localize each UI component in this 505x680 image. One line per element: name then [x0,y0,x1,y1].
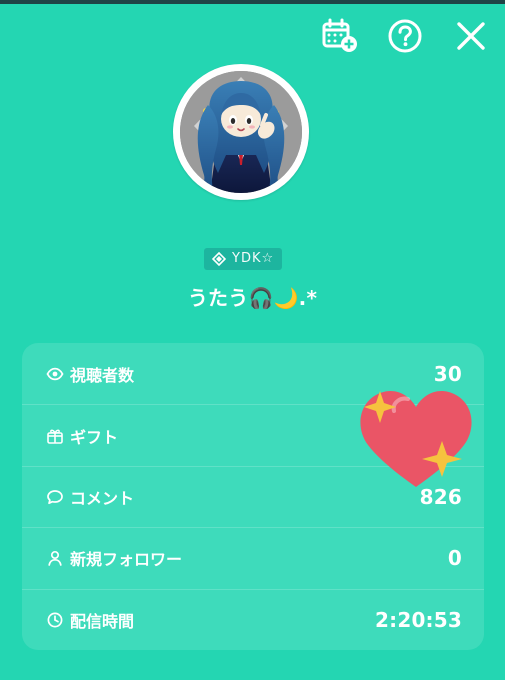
top-divider [0,0,505,4]
person-icon [46,549,64,567]
stat-label: 配信時間 [70,611,135,631]
comment-icon [46,488,64,506]
badge-label: YDK☆ [232,251,275,266]
avatar-image [180,71,302,193]
stat-value: 30 [433,361,462,386]
stat-label: コメント [70,488,135,508]
stat-value: 0 [447,546,462,571]
top-bar [319,16,491,56]
stat-label: 視聴者数 [70,365,135,385]
stat-row-comments: コメント 826 [22,465,484,527]
close-icon [457,22,485,50]
stat-row-stream-time: 配信時間 2:20:53 [22,588,484,650]
diamond-icon [212,252,226,266]
username: うたう🎧🌙.* [187,286,318,310]
stat-value: 826 [419,484,462,509]
avatar [173,64,309,200]
stat-row-new-followers: 新規フォロワー 0 [22,527,484,588]
stat-value: 2:20:53 [375,607,462,632]
stat-label: ギフト [70,427,119,447]
clock-icon [46,611,64,629]
stat-row-viewers: 視聴者数 30 [22,343,484,404]
help-icon [388,19,422,53]
eye-icon [46,365,64,383]
stats-card: 視聴者数 30 ギフト コメント 826 新規フォロワー 0 配信時間 2:20… [22,343,484,650]
close-button[interactable] [451,16,491,56]
gift-icon [46,427,64,445]
calendar-add-icon [322,18,357,52]
rank-badge: YDK☆ [204,248,283,270]
calendar-add-button[interactable] [319,16,359,56]
stat-label: 新規フォロワー [70,550,183,570]
stat-row-gifts: ギフト [22,404,484,465]
help-button[interactable] [385,16,425,56]
